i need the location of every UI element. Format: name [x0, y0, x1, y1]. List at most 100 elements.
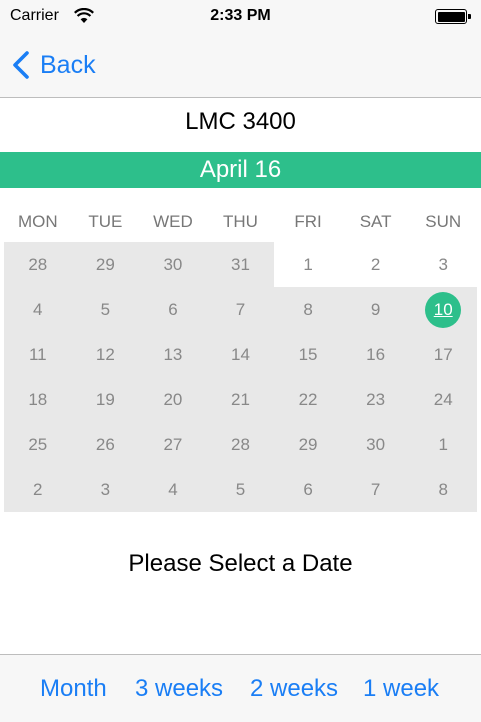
day-number: 19	[95, 389, 115, 409]
day-number: 21	[231, 389, 250, 409]
calendar-day[interactable]: 11	[4, 332, 72, 377]
select-date-prompt: Please Select a Date	[128, 550, 353, 577]
calendar-day[interactable]: 2	[4, 467, 72, 512]
day-number: 17	[433, 344, 453, 364]
weekday-label: MON	[17, 212, 58, 231]
calendar-day[interactable]: 14	[206, 332, 275, 377]
status-bar: Carrier 2:33 PM	[0, 0, 481, 32]
day-number: 5	[100, 299, 111, 319]
day-number: 24	[433, 389, 453, 409]
weekday-label: SUN	[425, 212, 462, 231]
calendar-day-selected[interactable]: 10	[409, 287, 477, 332]
day-number: 3	[100, 479, 111, 499]
calendar-day[interactable]: 7	[206, 287, 275, 332]
calendar-grid: 28 29 30 31 1 2 3 4 5 6 7 8 9 10 11 12 13 14 15 16 17 18 19 20 2…	[4, 242, 477, 512]
calendar-day[interactable]: 13	[139, 332, 207, 377]
calendar-day[interactable]: 5	[206, 467, 275, 512]
calendar-day[interactable]: 8	[409, 467, 477, 512]
day-number: 18	[28, 389, 48, 409]
day-number: 23	[366, 389, 386, 409]
day-number: 28	[231, 434, 250, 454]
day-number: 4	[33, 299, 43, 319]
back-label: Back	[40, 50, 96, 79]
calendar-day[interactable]: 23	[341, 377, 410, 422]
day-number: 31	[231, 254, 250, 274]
view-3-weeks-button[interactable]: 3 weeks	[135, 675, 223, 703]
day-number: 29	[298, 434, 318, 454]
day-number: 8	[438, 479, 448, 499]
day-number: 6	[168, 299, 178, 319]
calendar-day[interactable]: 29	[71, 242, 140, 287]
calendar-day[interactable]: 22	[274, 377, 342, 422]
weekday-label: SAT	[359, 212, 392, 231]
calendar-day[interactable]: 21	[206, 377, 275, 422]
view-toolbar: Month 3 weeks 2 weeks 1 week	[0, 654, 481, 722]
day-number: 7	[235, 299, 246, 319]
calendar-day[interactable]: 31	[206, 242, 275, 287]
day-number: 30	[366, 434, 386, 454]
day-number: 29	[95, 254, 115, 274]
chevron-left-icon	[13, 51, 29, 79]
day-number: 12	[95, 344, 115, 364]
calendar-day[interactable]: 4	[139, 467, 207, 512]
calendar-day[interactable]: 6	[139, 287, 207, 332]
calendar-day[interactable]: 29	[274, 422, 342, 467]
day-number: 7	[370, 479, 381, 499]
day-number: 6	[303, 479, 313, 499]
calendar-day[interactable]: 1	[409, 422, 477, 467]
weekday-label: WED	[153, 212, 193, 231]
day-number: 5	[235, 479, 246, 499]
month-header: April 16	[0, 152, 481, 188]
calendar-day[interactable]: 16	[341, 332, 410, 377]
day-number: 4	[168, 479, 178, 499]
battery-icon	[435, 9, 471, 24]
day-number: 11	[28, 344, 47, 364]
day-number: 2	[370, 254, 381, 274]
calendar-day[interactable]: 8	[274, 287, 342, 332]
calendar-day[interactable]: 24	[409, 377, 477, 422]
day-number: 1	[303, 254, 313, 274]
weekday-label: FRI	[294, 212, 322, 231]
calendar-day[interactable]: 17	[409, 332, 477, 377]
day-number: 27	[163, 434, 183, 454]
day-number: 20	[163, 389, 183, 409]
calendar-day[interactable]: 27	[139, 422, 207, 467]
navigation-bar: Back	[0, 32, 481, 98]
calendar-day[interactable]: 28	[4, 242, 72, 287]
calendar-day[interactable]: 25	[4, 422, 72, 467]
day-number: 9	[370, 299, 381, 319]
day-number: 26	[95, 434, 115, 454]
calendar-day[interactable]: 3	[409, 242, 477, 287]
calendar-day[interactable]: 2	[342, 242, 410, 287]
day-number: 25	[28, 434, 48, 454]
view-2-weeks-button[interactable]: 2 weeks	[250, 675, 338, 703]
calendar-day[interactable]: 28	[206, 422, 275, 467]
calendar-day[interactable]: 1	[274, 242, 342, 287]
calendar-day[interactable]: 26	[71, 422, 140, 467]
day-number: 15	[298, 344, 318, 364]
calendar-day[interactable]: 4	[4, 287, 72, 332]
day-number: 10	[425, 291, 462, 328]
day-number: 3	[438, 254, 448, 274]
calendar-day[interactable]: 9	[341, 287, 410, 332]
calendar-day[interactable]: 5	[71, 287, 140, 332]
calendar-day[interactable]: 19	[71, 377, 140, 422]
view-month-button[interactable]: Month	[40, 675, 107, 703]
calendar-day[interactable]: 12	[71, 332, 140, 377]
calendar-day[interactable]: 6	[274, 467, 342, 512]
day-number: 30	[163, 254, 183, 274]
calendar-day[interactable]: 30	[341, 422, 410, 467]
view-1-week-button[interactable]: 1 week	[363, 675, 439, 703]
day-number: 1	[438, 434, 448, 454]
calendar-day[interactable]: 15	[274, 332, 342, 377]
back-button[interactable]: Back	[12, 48, 96, 82]
calendar-day[interactable]: 18	[4, 377, 72, 422]
day-number: 16	[366, 344, 386, 364]
calendar-day[interactable]: 3	[71, 467, 140, 512]
calendar-day[interactable]: 20	[139, 377, 207, 422]
calendar-day[interactable]: 7	[341, 467, 410, 512]
calendar-day[interactable]: 30	[139, 242, 207, 287]
day-number: 28	[28, 254, 48, 274]
weekday-label: TUE	[88, 212, 123, 231]
day-number: 13	[163, 344, 183, 364]
